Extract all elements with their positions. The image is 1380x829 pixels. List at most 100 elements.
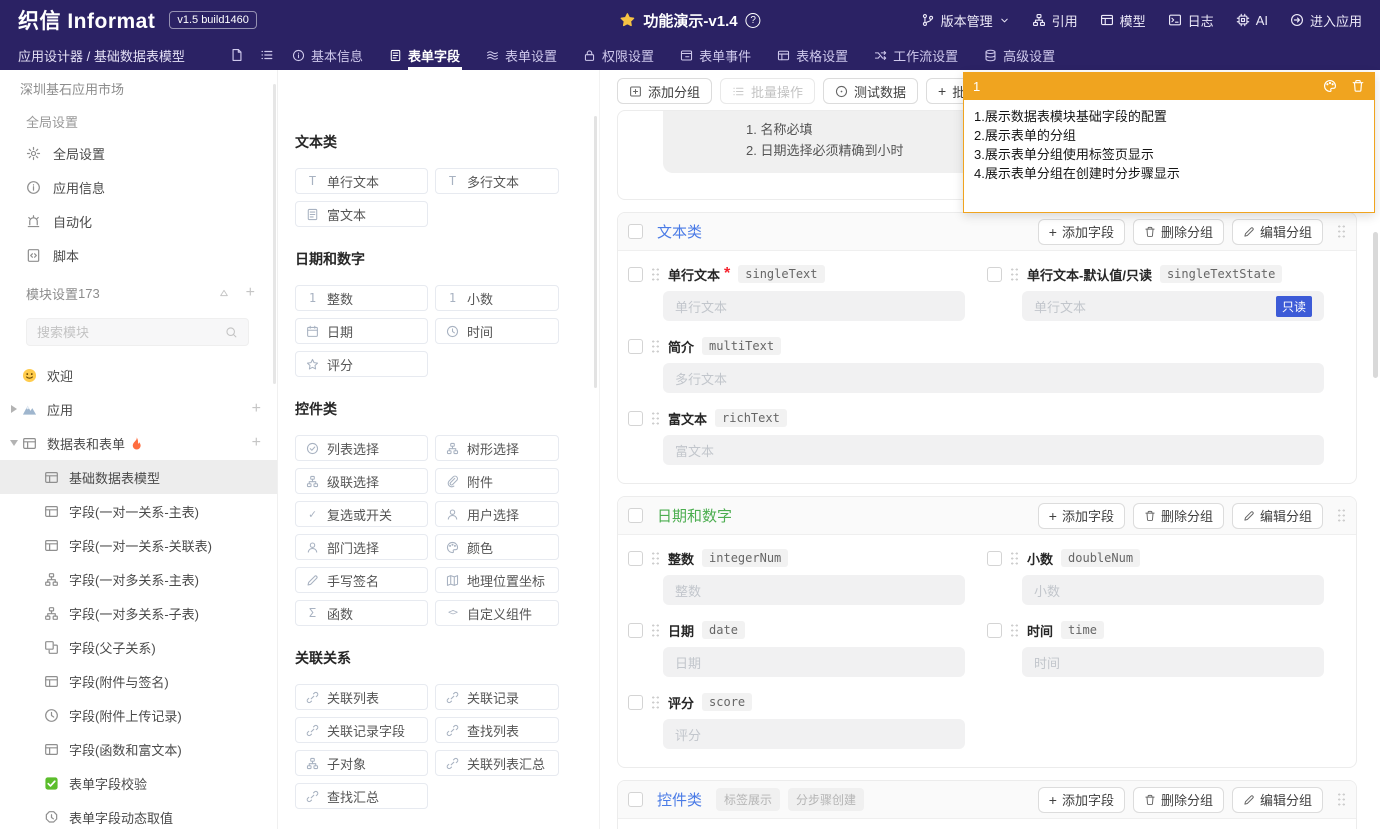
sidebar-item-app-info[interactable]: 应用信息	[0, 170, 277, 204]
tab-form-fields[interactable]: 表单字段	[389, 40, 460, 70]
sticky-note-body[interactable]: 1.展示数据表模块基础字段的配置 2.展示表单的分组 3.展示表单分组使用标签页…	[963, 100, 1375, 213]
tab-basic-info[interactable]: 基本信息	[292, 40, 363, 70]
sidebar-item-script[interactable]: 脚本	[0, 238, 277, 272]
sort-triangle-icon[interactable]	[218, 287, 230, 299]
tree-item-function-richtext[interactable]: 字段(函数和富文本)	[0, 732, 277, 766]
menu-reference[interactable]: 引用	[1032, 11, 1078, 30]
palette-date[interactable]: 日期	[295, 318, 428, 344]
group-checkbox[interactable]	[628, 792, 643, 807]
tab-table-settings[interactable]: 表格设置	[777, 40, 848, 70]
field-drag-handle[interactable]	[1010, 267, 1019, 282]
tree-item-one2one-related[interactable]: 字段(一对一关系-关联表)	[0, 528, 277, 562]
field-input[interactable]: 单行文本只读	[1022, 291, 1324, 321]
field-input[interactable]: 小数	[1022, 575, 1324, 605]
field-drag-handle[interactable]	[651, 411, 660, 426]
batch-operation-button[interactable]: 批量操作	[720, 78, 815, 104]
search-icon[interactable]	[225, 326, 238, 339]
edit-group-button[interactable]: 编辑分组	[1232, 219, 1323, 245]
tree-item-one2many-main[interactable]: 字段(一对多关系-主表)	[0, 562, 277, 596]
palette-lookup-list[interactable]: 查找列表	[435, 717, 559, 743]
menu-enter-app[interactable]: 进入应用	[1290, 11, 1362, 30]
tree-item-field-validation[interactable]: 表单字段校验	[0, 766, 277, 800]
delete-group-button[interactable]: 删除分组	[1133, 503, 1224, 529]
palette-single-text[interactable]: T单行文本	[295, 168, 428, 194]
tree-item-upload-record[interactable]: 字段(附件上传记录)	[0, 698, 277, 732]
sticky-note-header[interactable]: 1	[963, 72, 1375, 100]
field-input[interactable]: 日期	[663, 647, 965, 677]
favorite-star-icon[interactable]	[619, 12, 635, 28]
palette-custom-component[interactable]: <>自定义组件	[435, 600, 559, 626]
tree-item-one2many-sub[interactable]: 字段(一对多关系-子表)	[0, 596, 277, 630]
field-checkbox[interactable]	[628, 551, 643, 566]
tree-item-welcome[interactable]: 欢迎	[0, 358, 277, 392]
add-field-button[interactable]: +添加字段	[1038, 219, 1125, 245]
palette-score[interactable]: 评分	[295, 351, 428, 377]
menu-version-manage[interactable]: 版本管理	[921, 11, 1010, 30]
field-input[interactable]: 富文本	[663, 435, 1324, 465]
add-group-button[interactable]: 添加分组	[617, 78, 712, 104]
palette-signature[interactable]: 手写签名	[295, 567, 428, 593]
edit-group-button[interactable]: 编辑分组	[1232, 503, 1323, 529]
page-icon[interactable]	[230, 48, 244, 62]
palette-list-select[interactable]: 列表选择	[295, 435, 428, 461]
sidebar-scrollbar[interactable]	[273, 84, 276, 384]
palette-integer[interactable]: 1整数	[295, 285, 428, 311]
palette-sub-object[interactable]: 子对象	[295, 750, 428, 776]
palette-cascade-select[interactable]: 级联选择	[295, 468, 428, 494]
sticky-note[interactable]: 1 1.展示数据表模块基础字段的配置 2.展示表单的分组 3.展示表单分组使用标…	[963, 72, 1375, 213]
main-scrollbar[interactable]	[1373, 232, 1378, 378]
palette-checkbox-switch[interactable]: ✓复选或开关	[295, 501, 428, 527]
help-icon[interactable]: ?	[746, 13, 761, 28]
field-drag-handle[interactable]	[1010, 623, 1019, 638]
palette-lookup-summary[interactable]: 查找汇总	[295, 783, 428, 809]
field-drag-handle[interactable]	[651, 267, 660, 282]
field-input[interactable]: 时间	[1022, 647, 1324, 677]
palette-function[interactable]: Σ函数	[295, 600, 428, 626]
add-submodule-icon[interactable]: +	[252, 401, 261, 417]
field-drag-handle[interactable]	[651, 695, 660, 710]
palette-user-select[interactable]: 用户选择	[435, 501, 559, 527]
field-drag-handle[interactable]	[651, 623, 660, 638]
field-checkbox[interactable]	[987, 623, 1002, 638]
palette-icon[interactable]	[1323, 79, 1337, 93]
tab-workflow-settings[interactable]: 工作流设置	[874, 40, 958, 70]
tree-item-tables-and-forms[interactable]: 数据表和表单 +	[0, 426, 277, 460]
field-checkbox[interactable]	[628, 695, 643, 710]
tree-item-application[interactable]: 应用 +	[0, 392, 277, 426]
tree-item-dynamic-value[interactable]: 表单字段动态取值	[0, 800, 277, 829]
field-checkbox[interactable]	[628, 267, 643, 282]
menu-ai[interactable]: AI	[1236, 13, 1268, 28]
menu-log[interactable]: 日志	[1168, 11, 1214, 30]
field-drag-handle[interactable]	[1010, 551, 1019, 566]
tab-permission-settings[interactable]: 权限设置	[583, 40, 654, 70]
field-checkbox[interactable]	[987, 267, 1002, 282]
palette-rich-text[interactable]: 富文本	[295, 201, 428, 227]
field-drag-handle[interactable]	[651, 339, 660, 354]
module-search-input[interactable]	[37, 325, 225, 340]
palette-color[interactable]: 颜色	[435, 534, 559, 560]
palette-department-select[interactable]: 部门选择	[295, 534, 428, 560]
palette-multi-text[interactable]: T多行文本	[435, 168, 559, 194]
field-drag-handle[interactable]	[651, 551, 660, 566]
menu-model[interactable]: 模型	[1100, 11, 1146, 30]
palette-related-record[interactable]: 关联记录	[435, 684, 559, 710]
field-checkbox[interactable]	[628, 411, 643, 426]
trash-icon[interactable]	[1351, 79, 1365, 93]
tab-advanced-settings[interactable]: 高级设置	[984, 40, 1055, 70]
outline-icon[interactable]	[260, 48, 274, 62]
sidebar-item-automation[interactable]: 自动化	[0, 204, 277, 238]
delete-group-button[interactable]: 删除分组	[1133, 787, 1224, 813]
delete-group-button[interactable]: 删除分组	[1133, 219, 1224, 245]
caret-right-icon[interactable]	[11, 405, 17, 413]
field-checkbox[interactable]	[628, 623, 643, 638]
sidebar-item-global-settings[interactable]: 全局设置	[0, 136, 277, 170]
caret-down-icon[interactable]	[10, 440, 18, 446]
group-drag-handle[interactable]	[1337, 792, 1346, 807]
palette-decimal[interactable]: 1小数	[435, 285, 559, 311]
field-input[interactable]: 评分	[663, 719, 965, 749]
field-input[interactable]: 单行文本	[663, 291, 965, 321]
palette-time[interactable]: 时间	[435, 318, 559, 344]
tree-item-one2one-main[interactable]: 字段(一对一关系-主表)	[0, 494, 277, 528]
tab-form-settings[interactable]: 表单设置	[486, 40, 557, 70]
group-checkbox[interactable]	[628, 508, 643, 523]
